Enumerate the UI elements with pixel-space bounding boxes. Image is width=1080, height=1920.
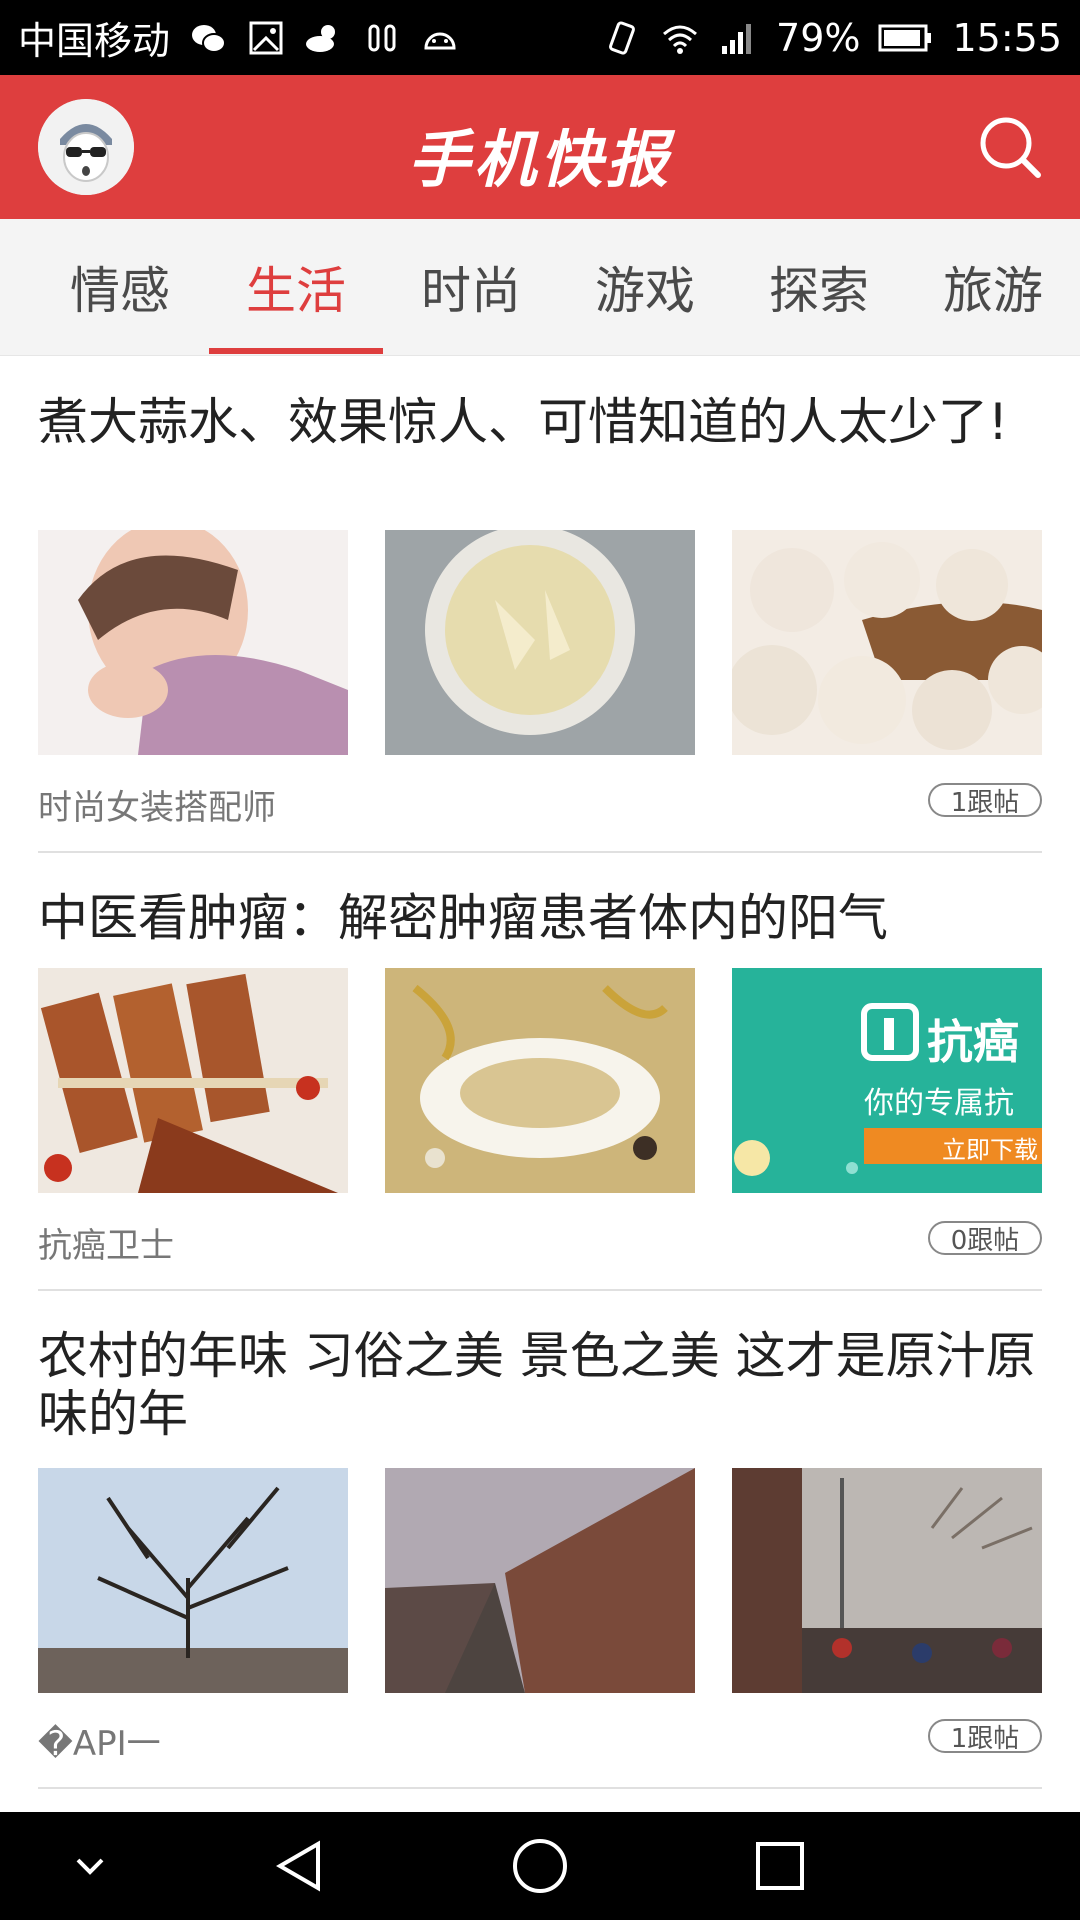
notification-icon — [362, 18, 402, 58]
signal-icon — [718, 18, 758, 58]
tab-life[interactable]: 生活 — [209, 219, 383, 355]
reply-count-badge[interactable]: 1跟帖 — [928, 783, 1042, 818]
wifi-icon — [660, 18, 700, 58]
weather-icon — [304, 18, 344, 58]
tab-games[interactable]: 游戏 — [558, 219, 732, 355]
article-image[interactable] — [385, 530, 695, 755]
article-image[interactable] — [732, 1468, 1042, 1693]
carrier-label: 中国移动 — [18, 19, 171, 63]
article-image[interactable] — [38, 1468, 348, 1693]
category-tabs: 情感 生活 时尚 游戏 探索 旅游 — [0, 219, 1080, 356]
reply-count-badge[interactable]: 0跟帖 — [928, 1221, 1042, 1256]
reply-count-badge[interactable]: 1跟帖 — [928, 1719, 1042, 1754]
wechat-icon — [188, 18, 228, 58]
hide-nav-button[interactable] — [60, 1836, 120, 1896]
article-image[interactable] — [732, 530, 1042, 755]
article-image[interactable]: 抗癌 你的专属抗 立即下载 — [732, 968, 1042, 1193]
battery-percent: 79% — [776, 15, 861, 60]
search-button[interactable] — [974, 111, 1046, 183]
app-logo: 手机快报 — [407, 123, 672, 196]
back-triangle-icon — [276, 1840, 320, 1892]
ad-tagline-text: 你的专属抗 — [864, 1086, 1014, 1121]
article-card[interactable]: 农村的年味 习俗之美 景色之美 这才是原汁原味的年 �API一 1跟帖 — [38, 1319, 1042, 1789]
tab-explore[interactable]: 探索 — [732, 219, 906, 355]
gallery-icon — [246, 18, 286, 58]
search-icon — [980, 117, 1041, 178]
article-images — [38, 1468, 1042, 1693]
article-source[interactable]: 时尚女装搭配师 — [38, 780, 276, 829]
ad-brand-text: 抗癌 — [927, 1015, 1019, 1069]
chevron-down-icon — [76, 1858, 104, 1875]
tab-emotion[interactable]: 情感 — [33, 219, 207, 355]
article-images — [38, 530, 1042, 755]
system-nav-bar — [0, 1812, 1080, 1920]
recents-button[interactable] — [750, 1836, 810, 1896]
vibrate-icon — [602, 18, 642, 58]
android-icon — [420, 18, 460, 58]
article-source[interactable]: 抗癌卫士 — [38, 1218, 174, 1267]
back-button[interactable] — [270, 1836, 330, 1896]
article-images: 抗癌 你的专属抗 立即下载 — [38, 968, 1042, 1193]
article-title[interactable]: 煮大蒜水、效果惊人、可惜知道的人太少了! — [38, 393, 1038, 451]
article-title[interactable]: 农村的年味 习俗之美 景色之美 这才是原汁原味的年 — [38, 1327, 1038, 1443]
home-circle-icon — [513, 1839, 567, 1893]
tab-fashion[interactable]: 时尚 — [384, 219, 558, 355]
article-image[interactable] — [385, 968, 695, 1193]
article-card[interactable]: 煮大蒜水、效果惊人、可惜知道的人太少了! 时尚女装搭配师 1跟帖 — [38, 385, 1042, 853]
status-bar: 中国移动 79% 15:55 — [0, 0, 1080, 75]
clock: 15:55 — [952, 15, 1062, 60]
battery-icon — [878, 18, 934, 58]
article-title[interactable]: 中医看肿瘤：解密肿瘤患者体内的阳气 — [38, 889, 1038, 947]
home-button[interactable] — [510, 1836, 570, 1896]
article-card[interactable]: 中医看肿瘤：解密肿瘤患者体内的阳气 抗癌 你的专属抗 立即下载 抗癌卫士 0跟帖 — [38, 881, 1042, 1291]
article-image[interactable] — [385, 1468, 695, 1693]
tab-travel[interactable]: 旅游 — [906, 219, 1080, 355]
article-image[interactable] — [38, 968, 348, 1193]
article-source[interactable]: �API一 — [38, 1716, 161, 1765]
recents-square-icon — [756, 1842, 804, 1890]
active-tab-indicator — [209, 348, 383, 354]
ad-download-button: 立即下载 — [942, 1136, 1038, 1164]
app-header: 手机快报 — [0, 75, 1080, 219]
article-image[interactable] — [38, 530, 348, 755]
